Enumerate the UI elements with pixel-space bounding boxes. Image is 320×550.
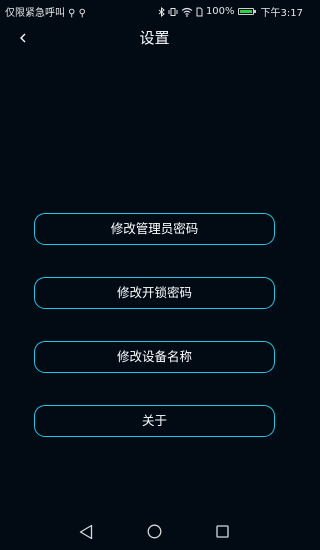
sim-icon [196,7,203,16]
page-title: 设置 [139,29,170,47]
bluetooth-icon [158,6,165,17]
battery-level-fill [239,10,252,13]
square-recent-icon[interactable] [216,525,229,538]
status-icons: 100% 下午3:17 [158,4,303,19]
top-app-bar: 设置 [0,28,309,52]
wifi-icon [181,7,193,17]
status-time: 下午3:17 [260,8,303,19]
change-admin-password-button[interactable]: 修改管理员密码 [34,213,275,245]
system-navigation-bar [0,512,309,550]
battery-icon [237,8,256,15]
carrier-status-text: 仅限紧急呼叫 ⚲ ⚲ [5,8,87,19]
circle-home-icon[interactable] [147,524,162,539]
change-device-name-button[interactable]: 修改设备名称 [34,341,275,373]
vibrate-icon [168,7,178,16]
about-button[interactable]: 关于 [34,405,275,437]
status-bar: 仅限紧急呼叫 ⚲ ⚲ 100% 下午3:17 [0,0,309,20]
battery-percent: 100% [205,6,235,17]
change-unlock-password-button[interactable]: 修改开锁密码 [34,277,275,309]
triangle-back-icon[interactable] [79,524,93,540]
settings-menu: 修改管理员密码 修改开锁密码 修改设备名称 关于 [34,213,275,469]
